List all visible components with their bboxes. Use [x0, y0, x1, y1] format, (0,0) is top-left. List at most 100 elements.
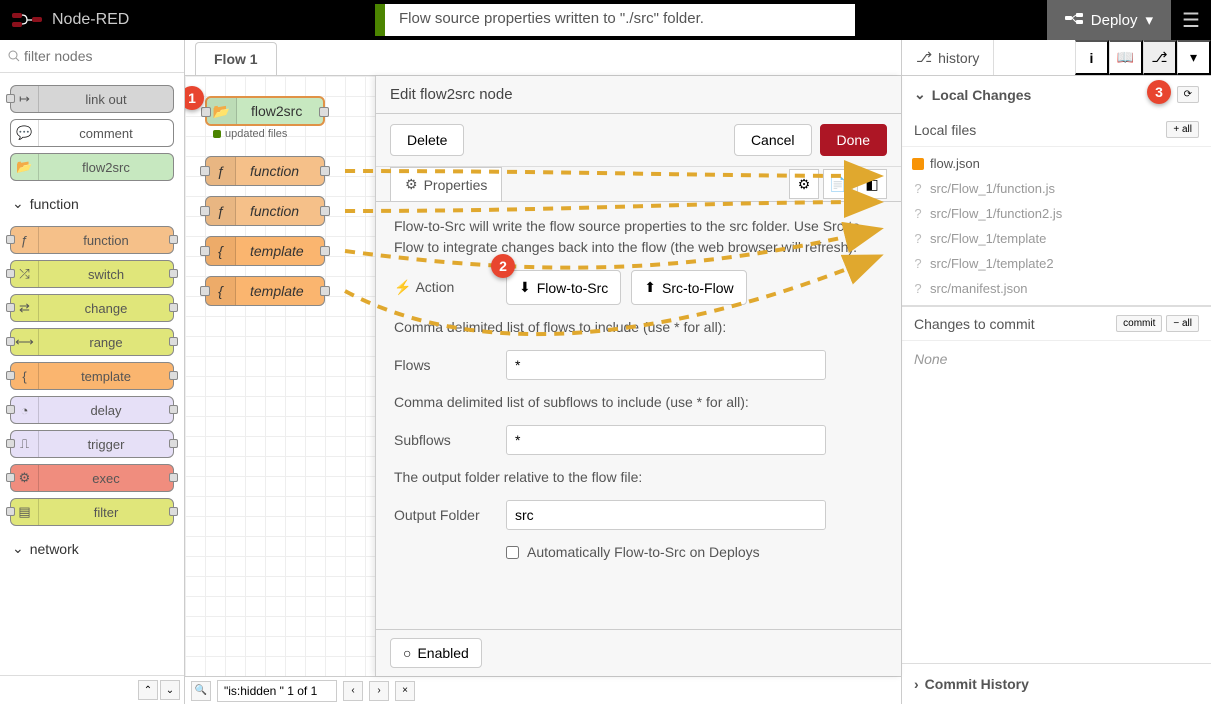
prev-result-button[interactable]: ‹ [343, 681, 363, 701]
refresh-changes-button[interactable]: ⟳ [1177, 86, 1199, 103]
node-editor-tray: Edit flow2src node Delete Cancel Done ⚙P… [375, 76, 901, 676]
editor-title: Edit flow2src node [376, 76, 901, 114]
sidebar-panel: ⎇history i 📖 ⎇ ▾ 3 ⌄ Local Changes ⟳ Loc… [901, 40, 1211, 704]
palette-node-trigger[interactable]: ⎍trigger [10, 430, 174, 458]
subflows-label: Subflows [394, 430, 494, 451]
palette-node-flow2src[interactable]: 📂flow2src [10, 153, 174, 181]
changes-to-commit-header: Changes to commit commit − all [902, 307, 1211, 341]
exec-icon: ⚙ [11, 465, 39, 491]
function-icon: ƒ [206, 197, 236, 225]
download-icon: ⬇ [519, 279, 531, 296]
file-name: src/Flow_1/function.js [930, 181, 1055, 196]
palette-collapse-up-button[interactable]: ⌃ [138, 680, 158, 700]
function-icon: ƒ [11, 227, 39, 253]
template-icon: { [11, 363, 39, 389]
file-item[interactable]: ?src/Flow_1/function.js [902, 176, 1211, 201]
template-icon: { [206, 277, 236, 305]
sidebar-info-icon-button[interactable]: i [1075, 40, 1109, 75]
stage-all-button[interactable]: + all [1166, 121, 1199, 138]
subflows-input[interactable] [506, 425, 826, 455]
sidebar-tab-history[interactable]: ⎇history [902, 40, 994, 75]
enabled-toggle-button[interactable]: ○Enabled [390, 638, 482, 668]
file-item[interactable]: ?src/Flow_1/template [902, 226, 1211, 251]
close-search-button[interactable]: × [395, 681, 415, 701]
deploy-icon [1065, 13, 1083, 27]
canvas-node-label: function [236, 203, 313, 219]
palette-collapse-down-button[interactable]: ⌄ [160, 680, 180, 700]
done-button[interactable]: Done [820, 124, 887, 156]
chevron-down-icon: ⌄ [12, 540, 24, 557]
hamburger-menu-button[interactable]: ☰ [1171, 0, 1211, 40]
node-appearance-icon-button[interactable]: ◧ [857, 169, 887, 199]
file-item[interactable]: ?src/Flow_1/function2.js [902, 201, 1211, 226]
palette-node-exec[interactable]: ⚙exec [10, 464, 174, 492]
palette-footer: ⌃ ⌄ [0, 675, 184, 704]
canvas-node-flow2src-0[interactable]: 📂flow2src [205, 96, 325, 126]
flow2src-icon: 📂 [11, 154, 39, 180]
commit-history-header[interactable]: › Commit History [902, 663, 1211, 704]
node-description-icon-button[interactable]: 📄 [823, 169, 853, 199]
tab-properties[interactable]: ⚙Properties [390, 167, 502, 201]
src-to-flow-button[interactable]: ⬆Src-to-Flow [631, 270, 746, 305]
file-name: flow.json [930, 156, 980, 171]
palette-filter-input[interactable] [8, 48, 176, 64]
flow-tab[interactable]: Flow 1 [195, 42, 277, 75]
sidebar-history-icon-button[interactable]: ⎇ [1143, 40, 1177, 75]
canvas-node-label: template [236, 283, 318, 299]
palette-node-change[interactable]: ⇄change [10, 294, 174, 322]
canvas-node-function-2[interactable]: ƒfunction [205, 196, 325, 226]
sidebar-more-icon-button[interactable]: ▾ [1177, 40, 1211, 75]
flows-input[interactable] [506, 350, 826, 380]
palette-node-filter[interactable]: ▤filter [10, 498, 174, 526]
palette-node-function[interactable]: ƒfunction [10, 226, 174, 254]
deploy-button[interactable]: Deploy ▾ [1047, 0, 1171, 40]
sidebar-help-icon-button[interactable]: 📖 [1109, 40, 1143, 75]
chevron-right-icon: › [914, 676, 919, 692]
file-item[interactable]: ?src/Flow_1/template2 [902, 251, 1211, 276]
palette-node-label: exec [39, 471, 173, 486]
file-item[interactable]: flow.json [902, 151, 1211, 176]
commit-button[interactable]: commit [1116, 315, 1162, 332]
flows-description: Comma delimited list of flows to include… [394, 317, 883, 338]
annotation-callout-3: 3 [1147, 80, 1171, 104]
palette-node-comment[interactable]: 💬comment [10, 119, 174, 147]
delete-button[interactable]: Delete [390, 124, 464, 156]
canvas-node-label: template [236, 243, 318, 259]
file-name: src/Flow_1/template [930, 231, 1046, 246]
cancel-button[interactable]: Cancel [734, 124, 812, 156]
app-header: Node-RED Flow source properties written … [0, 0, 1211, 40]
next-result-button[interactable]: › [369, 681, 389, 701]
palette-node-delay[interactable]: ◔delay [10, 396, 174, 424]
chevron-down-icon: ⌄ [12, 195, 24, 212]
palette-node-template[interactable]: {template [10, 362, 174, 390]
auto-deploy-checkbox-label[interactable]: Automatically Flow-to-Src on Deploys [506, 542, 760, 563]
flow-to-src-button[interactable]: ⬇Flow-to-Src [506, 270, 621, 305]
palette-category-function[interactable]: ⌄function [6, 187, 178, 220]
delay-icon: ◔ [11, 397, 39, 423]
palette-node-label: trigger [39, 437, 173, 452]
canvas-node-template-3[interactable]: {template [205, 236, 325, 266]
palette-node-range[interactable]: ⟷range [10, 328, 174, 356]
sidebar-tabs: ⎇history i 📖 ⎇ ▾ [902, 40, 1211, 76]
palette-category-network[interactable]: ⌄network [6, 532, 178, 565]
output-folder-input[interactable] [506, 500, 826, 530]
workspace-search-input[interactable] [217, 680, 337, 702]
file-name: src/Flow_1/function2.js [930, 206, 1062, 221]
palette-node-label: function [39, 233, 173, 248]
palette-node-label: change [39, 301, 173, 316]
canvas-node-function-1[interactable]: ƒfunction [205, 156, 325, 186]
node-settings-icon-button[interactable]: ⚙ [789, 169, 819, 199]
flow2src-icon: 📂 [207, 98, 237, 124]
gear-icon: ⚙ [405, 176, 418, 193]
palette-node-switch[interactable]: ⤮switch [10, 260, 174, 288]
palette-node-link-out[interactable]: ↦link out [10, 85, 174, 113]
node-status-text: updated files [213, 128, 287, 140]
brand-title: Node-RED [52, 11, 129, 29]
palette-node-label: filter [39, 505, 173, 520]
new-file-icon: ? [912, 283, 924, 295]
canvas-node-template-4[interactable]: {template [205, 276, 325, 306]
unstage-all-button[interactable]: − all [1166, 315, 1199, 332]
auto-deploy-checkbox[interactable] [506, 546, 519, 559]
search-icon-button[interactable]: 🔍 [191, 681, 211, 701]
file-item[interactable]: ?src/manifest.json [902, 276, 1211, 301]
